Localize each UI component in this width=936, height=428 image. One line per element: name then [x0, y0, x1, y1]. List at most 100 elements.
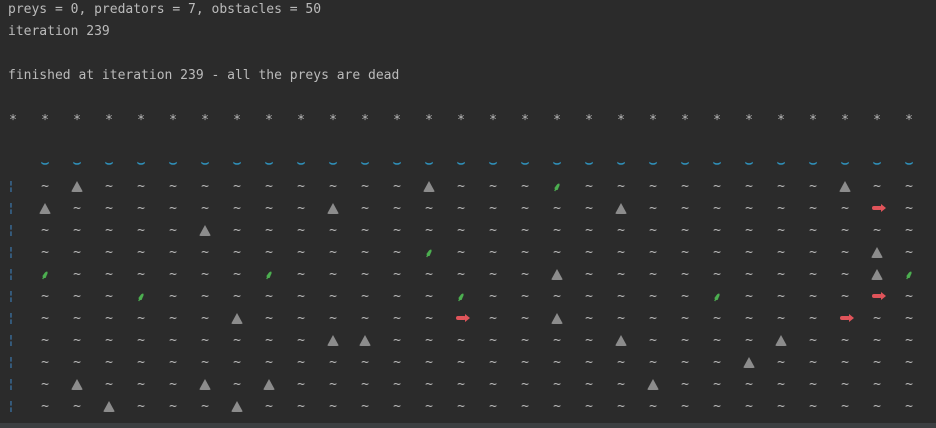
- border-star: *: [201, 112, 209, 128]
- water-surface-icon: ⌣: [360, 155, 370, 171]
- water-cell: ~: [617, 376, 625, 392]
- water-cell: ~: [489, 332, 497, 348]
- border-star: *: [681, 112, 689, 128]
- water-cell: ~: [425, 354, 433, 370]
- border-star: *: [297, 112, 305, 128]
- water-cell: ~: [329, 266, 337, 282]
- water-surface-icon: ⌣: [296, 155, 306, 171]
- rock-obstacle-icon: [541, 307, 573, 329]
- water-cell: ~: [169, 178, 177, 194]
- water-surface-icon: ⌣: [648, 155, 658, 171]
- water-cell: ~: [681, 244, 689, 260]
- water-cell: ~: [73, 266, 81, 282]
- water-cell: ~: [745, 376, 753, 392]
- water-cell: ~: [649, 288, 657, 304]
- row-margin-marker: ¦: [7, 201, 15, 215]
- water-cell: ~: [681, 222, 689, 238]
- water-cell: ~: [521, 178, 529, 194]
- seaweed-icon: ⸙: [904, 267, 914, 282]
- water-cell: ~: [585, 398, 593, 414]
- rock-obstacle-icon: [861, 241, 893, 263]
- water-surface-icon: ⌣: [200, 155, 210, 171]
- water-cell: ~: [361, 288, 369, 304]
- water-cell: ~: [361, 178, 369, 194]
- water-cell: ~: [745, 398, 753, 414]
- water-cell: ~: [713, 200, 721, 216]
- water-cell: ~: [713, 332, 721, 348]
- water-cell: ~: [169, 376, 177, 392]
- water-cell: ~: [873, 398, 881, 414]
- water-cell: ~: [329, 354, 337, 370]
- water-cell: ~: [297, 376, 305, 392]
- water-cell: ~: [489, 266, 497, 282]
- water-cell: ~: [457, 244, 465, 260]
- border-star: *: [873, 112, 881, 128]
- border-star: *: [105, 112, 113, 128]
- border-star: *: [809, 112, 817, 128]
- water-cell: ~: [617, 244, 625, 260]
- water-cell: ~: [297, 332, 305, 348]
- rock-obstacle-icon: [221, 395, 253, 417]
- water-cell: ~: [905, 288, 913, 304]
- water-cell: ~: [713, 398, 721, 414]
- horizontal-scrollbar[interactable]: [0, 423, 936, 428]
- water-cell: ~: [809, 332, 817, 348]
- water-cell: ~: [169, 288, 177, 304]
- water-cell: ~: [777, 266, 785, 282]
- water-cell: ~: [809, 178, 817, 194]
- water-cell: ~: [233, 266, 241, 282]
- water-surface-icon: ⌣: [616, 155, 626, 171]
- water-cell: ~: [201, 200, 209, 216]
- water-cell: ~: [777, 398, 785, 414]
- water-cell: ~: [777, 244, 785, 260]
- water-cell: ~: [681, 376, 689, 392]
- water-surface-icon: ⌣: [136, 155, 146, 171]
- water-cell: ~: [681, 398, 689, 414]
- water-cell: ~: [713, 222, 721, 238]
- water-cell: ~: [681, 266, 689, 282]
- water-cell: ~: [521, 244, 529, 260]
- water-cell: ~: [137, 222, 145, 238]
- simulation-grid: * * * * * * * * * * * * * * * * * * * * * * * * * * * * * ⌣ ⌣ ⌣ ⌣ ⌣ ⌣ ⌣ ⌣ ⌣ ⌣ ⌣…: [0, 0, 936, 428]
- water-cell: ~: [393, 354, 401, 370]
- rock-obstacle-icon: [317, 329, 349, 351]
- water-cell: ~: [425, 266, 433, 282]
- water-surface-icon: ⌣: [552, 155, 562, 171]
- water-cell: ~: [329, 288, 337, 304]
- water-surface-icon: ⌣: [264, 155, 274, 171]
- water-cell: ~: [617, 266, 625, 282]
- water-cell: ~: [265, 398, 273, 414]
- water-cell: ~: [809, 310, 817, 326]
- water-cell: ~: [393, 178, 401, 194]
- border-star: *: [425, 112, 433, 128]
- water-cell: ~: [169, 332, 177, 348]
- water-cell: ~: [617, 222, 625, 238]
- water-cell: ~: [521, 288, 529, 304]
- water-cell: ~: [905, 222, 913, 238]
- water-cell: ~: [553, 200, 561, 216]
- water-cell: ~: [297, 244, 305, 260]
- water-cell: ~: [105, 332, 113, 348]
- water-cell: ~: [265, 178, 273, 194]
- water-cell: ~: [361, 310, 369, 326]
- water-cell: ~: [201, 332, 209, 348]
- water-cell: ~: [265, 310, 273, 326]
- water-cell: ~: [585, 288, 593, 304]
- water-cell: ~: [489, 222, 497, 238]
- water-cell: ~: [617, 178, 625, 194]
- water-cell: ~: [585, 354, 593, 370]
- water-cell: ~: [393, 244, 401, 260]
- water-cell: ~: [585, 244, 593, 260]
- water-cell: ~: [553, 222, 561, 238]
- water-cell: ~: [585, 310, 593, 326]
- water-cell: ~: [265, 200, 273, 216]
- border-star: *: [521, 112, 529, 128]
- water-cell: ~: [233, 200, 241, 216]
- water-surface-icon: ⌣: [744, 155, 754, 171]
- water-cell: ~: [41, 398, 49, 414]
- water-cell: ~: [201, 266, 209, 282]
- water-cell: ~: [233, 244, 241, 260]
- water-surface-icon: ⌣: [712, 155, 722, 171]
- water-cell: ~: [265, 244, 273, 260]
- water-cell: ~: [73, 332, 81, 348]
